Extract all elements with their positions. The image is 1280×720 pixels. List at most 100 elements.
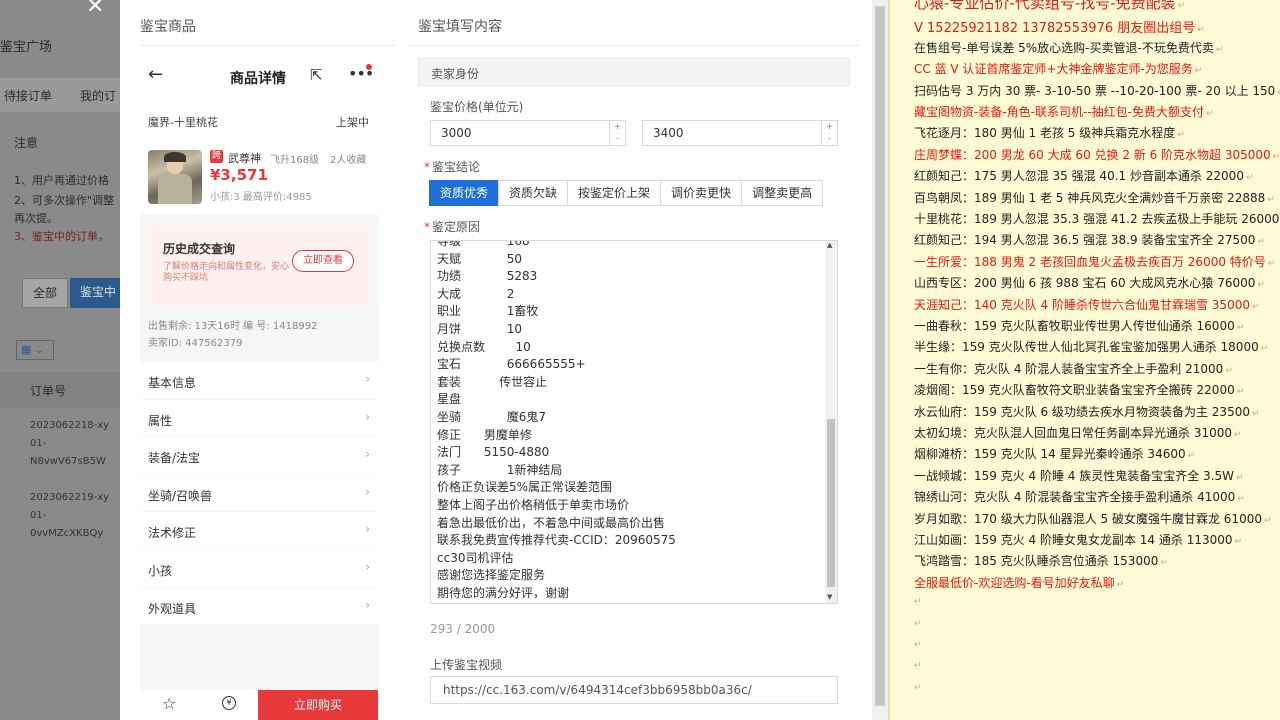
scroll-down-icon[interactable]: ▼	[827, 593, 832, 601]
conclusion-option[interactable]: 资质欠缺	[498, 180, 569, 206]
scroll-up-icon[interactable]: ▲	[827, 241, 832, 249]
coin-icon[interactable]: ¥	[222, 696, 236, 710]
product-menu: 基本信息 › 属性 › 装备/法宝 › 坐骑/召唤兽 › 法术修正 › 小孩 › 外观道具 ›	[140, 362, 378, 626]
conclusion-option[interactable]: 资质优秀	[429, 180, 500, 206]
history-desc: 了解价格走向和属性变化，安心购买不踩坑	[163, 262, 290, 283]
modal-scrollbar[interactable]	[872, 0, 888, 720]
menu-item[interactable]: 坐骑/召唤兽 ›	[140, 474, 378, 513]
bg-row-1-b: 01-	[30, 438, 47, 449]
bg-note-title: 注意	[14, 136, 39, 150]
reason-line: 联系我免费宣传推荐代卖-CCID：20960575	[437, 533, 676, 548]
reason-line: 感谢您选择鉴定服务	[437, 568, 546, 583]
note-line: 一曲春秋：159 克火队畜牧职业传世男人传世仙通杀 16000 ↵	[914, 319, 1245, 333]
collect-count: 2人收藏	[330, 155, 367, 166]
scroll-thumb[interactable]	[827, 419, 835, 587]
character-avatar	[148, 150, 202, 204]
price-max-input[interactable]: 3400 + -	[642, 120, 838, 146]
bg-row-2-c: 0vvMZcXKBQy	[30, 528, 104, 539]
reason-line: 法门 5150-4880	[437, 445, 550, 460]
bg-tab-mine[interactable]: 我的订	[80, 87, 116, 104]
conclusion-option[interactable]: 调整卖更高	[741, 180, 824, 206]
bg-note-3: 再次提。	[14, 212, 58, 225]
conclusion-label: * 鉴宝结论	[424, 160, 481, 174]
textarea-scrollbar[interactable]: ▲ ▼	[825, 241, 837, 603]
bg-row-2-a: 2023062219-xy	[30, 492, 110, 503]
history-card: 历史成交查询 了解价格走向和属性变化，安心购买不踩坑 立即查看	[148, 226, 370, 306]
note-line: 一生所爱：188 男鬼 2 老孩回血鬼火孟极去疾百万 26000 特价号 ↵	[914, 254, 1276, 269]
seller-identity-section: 卖家身份	[418, 58, 850, 86]
bg-table-header: 订单号	[0, 372, 120, 408]
note-line: 山西专区：200 男仙 6 孩 988 宝石 60 大成风克水心猿 76000 ↵	[914, 276, 1265, 291]
reason-line: 月饼 10	[437, 321, 523, 336]
appraisal-form: 卖家身份 鉴宝价格(单位元) 3000 + - 3400 + - * 鉴宝结论 资质优…	[418, 58, 850, 720]
chevron-right-icon: ›	[365, 484, 370, 499]
product-price: ¥3,571	[210, 166, 268, 184]
note-line: V 15225921182 13782553976 朋友圈出组号 ↵	[914, 21, 1205, 37]
product-title: 商品详情	[230, 71, 286, 87]
menu-item[interactable]: 外观道具 ›	[140, 587, 378, 626]
chevron-right-icon: ›	[365, 559, 370, 574]
note-line: 心猿-专业估价-代卖组号-找号-免费配装 ↵	[914, 0, 1186, 12]
character-level: 飞升168级	[270, 155, 320, 166]
share-icon[interactable]: ⇱	[310, 66, 323, 84]
stepper-icon[interactable]: + -	[821, 121, 837, 145]
note-line: 水云仙府：159 克火队 6 级功绩去疾水月物资装备为主 23500 ↵	[914, 404, 1260, 419]
paragraph-mark-icon: ↵	[914, 661, 922, 672]
note-line: CC 蓝 V 认证首席鉴定师+大神金牌鉴定师-为您服务 ↵	[914, 62, 1203, 77]
bg-filter-in-progress[interactable]: 鉴宝中	[70, 278, 120, 308]
menu-item[interactable]: 法术修正 ›	[140, 512, 378, 550]
close-icon[interactable]: ✕	[86, 0, 104, 19]
product-header: ← 商品详情 ⇱ •••	[140, 46, 378, 106]
bg-note-4: 3、鉴宝中的订单，	[14, 230, 109, 243]
reason-line: 等级 168	[437, 240, 530, 248]
scroll-thumb[interactable]	[875, 6, 885, 706]
server-badge: 跨	[210, 150, 223, 163]
price-label: 鉴宝价格(单位元)	[430, 100, 524, 114]
product-card: 魔界-十里桃花 上架中 跨 武尊神 飞升168级 2人收藏 ¥3,571 小孩:…	[140, 106, 378, 214]
product-subinfo: 小孩:3 最高评价:4985	[210, 192, 312, 203]
note-line: 红颜知己：175 男人忽混 35 强混 40.1 炒音副本通杀 22000 ↵	[914, 169, 1254, 184]
video-label: 上传鉴宝视频	[430, 658, 503, 672]
video-url-input[interactable]: https://cc.163.com/v/6494314cef3bb6958bb…	[430, 676, 838, 704]
menu-item[interactable]: 属性 ›	[140, 399, 378, 438]
note-line: 百鸟朝凤：189 男仙 1 老 5 神兵风克火全满炒音千万亲密 22888 ↵	[914, 190, 1275, 205]
menu-item[interactable]: 装备/法宝 ›	[140, 437, 378, 475]
seller-id: 卖家ID: 447562379	[148, 338, 243, 349]
conclusion-option[interactable]: 按鉴定价上架	[567, 180, 662, 206]
note-line: 太初幻境：克火队混人回血鬼日常任务副本异光通杀 31000 ↵	[914, 426, 1242, 440]
paragraph-mark-icon: ↵	[914, 682, 922, 693]
note-line: 藏宝阁物资-装备-角色-联系司机--抽红包-免费大额支付 ↵	[914, 105, 1214, 119]
reason-line: 宝石 666665555+	[437, 357, 586, 372]
menu-item[interactable]: 小孩 ›	[140, 549, 378, 588]
sale-meta: 出售剩余: 13天16时 编 号: 1418992	[148, 321, 318, 332]
conclusion-selector: 资质优秀 资质欠缺 按鉴定价上架 调价卖更快 调整卖更高	[429, 180, 824, 206]
bg-row-1-c: N8vwV67sB5W	[30, 456, 106, 467]
buy-button[interactable]: 立即购买	[258, 690, 378, 720]
star-icon[interactable]: ☆	[162, 694, 176, 713]
bg-filter-all[interactable]: 全部	[22, 278, 68, 308]
reason-textarea[interactable]: 等级 168 天赋 50 功绩 5283 大成 2 职业 1畜牧 月饼 10 兑换点数 10…	[430, 240, 838, 604]
grid-icon[interactable]: ▦ ⌄	[16, 340, 54, 360]
divider	[408, 45, 860, 46]
background-app: ✕ 鉴宝广场 待接订单 我的订 注意 1、用户再通过价格 2、可多次操作"调整 …	[0, 0, 120, 720]
price-min-input[interactable]: 3000 + -	[430, 120, 626, 146]
note-line: 扫码估号 3 万内 30 票- 3-10-50 票 --10-20-100 票-…	[914, 83, 1280, 98]
reason-line: 大成 2	[437, 286, 515, 301]
note-line: 十里桃花：189 男人忽混 35.3 强混 41.2 去疾孟极上手能玩 2600…	[914, 212, 1280, 226]
stepper-icon[interactable]: + -	[609, 121, 625, 145]
conclusion-option[interactable]: 调价卖更快	[660, 180, 743, 206]
menu-item[interactable]: 基本信息 ›	[140, 362, 378, 400]
paragraph-mark-icon: ↵	[914, 597, 922, 608]
back-arrow-icon[interactable]: ←	[148, 64, 163, 85]
reason-line: 兑换点数 10	[437, 339, 531, 354]
bg-row-1-a: 2023062218-xy	[30, 420, 110, 431]
reason-line: 价格正负误差5%属正常误差范围	[437, 480, 613, 495]
note-line: 天涯知己：140 克火队 4 阶睡杀传世六合仙鬼甘霖瑞雪 35000 ↵	[914, 297, 1260, 312]
view-history-button[interactable]: 立即查看	[292, 250, 354, 272]
note-line: 庄周梦蝶：200 男龙 60 大成 60 兑换 2 新 6 阶克水物超 3050…	[914, 147, 1280, 162]
character-name: 武尊神	[228, 152, 261, 165]
bg-row-2-b: 01-	[30, 510, 47, 521]
bg-tab-pending[interactable]: 待接订单	[4, 87, 52, 104]
history-title: 历史成交查询	[163, 242, 236, 256]
note-line: 全服最低价-欢迎选购-看号加好友私聊 ↵	[914, 575, 1125, 590]
